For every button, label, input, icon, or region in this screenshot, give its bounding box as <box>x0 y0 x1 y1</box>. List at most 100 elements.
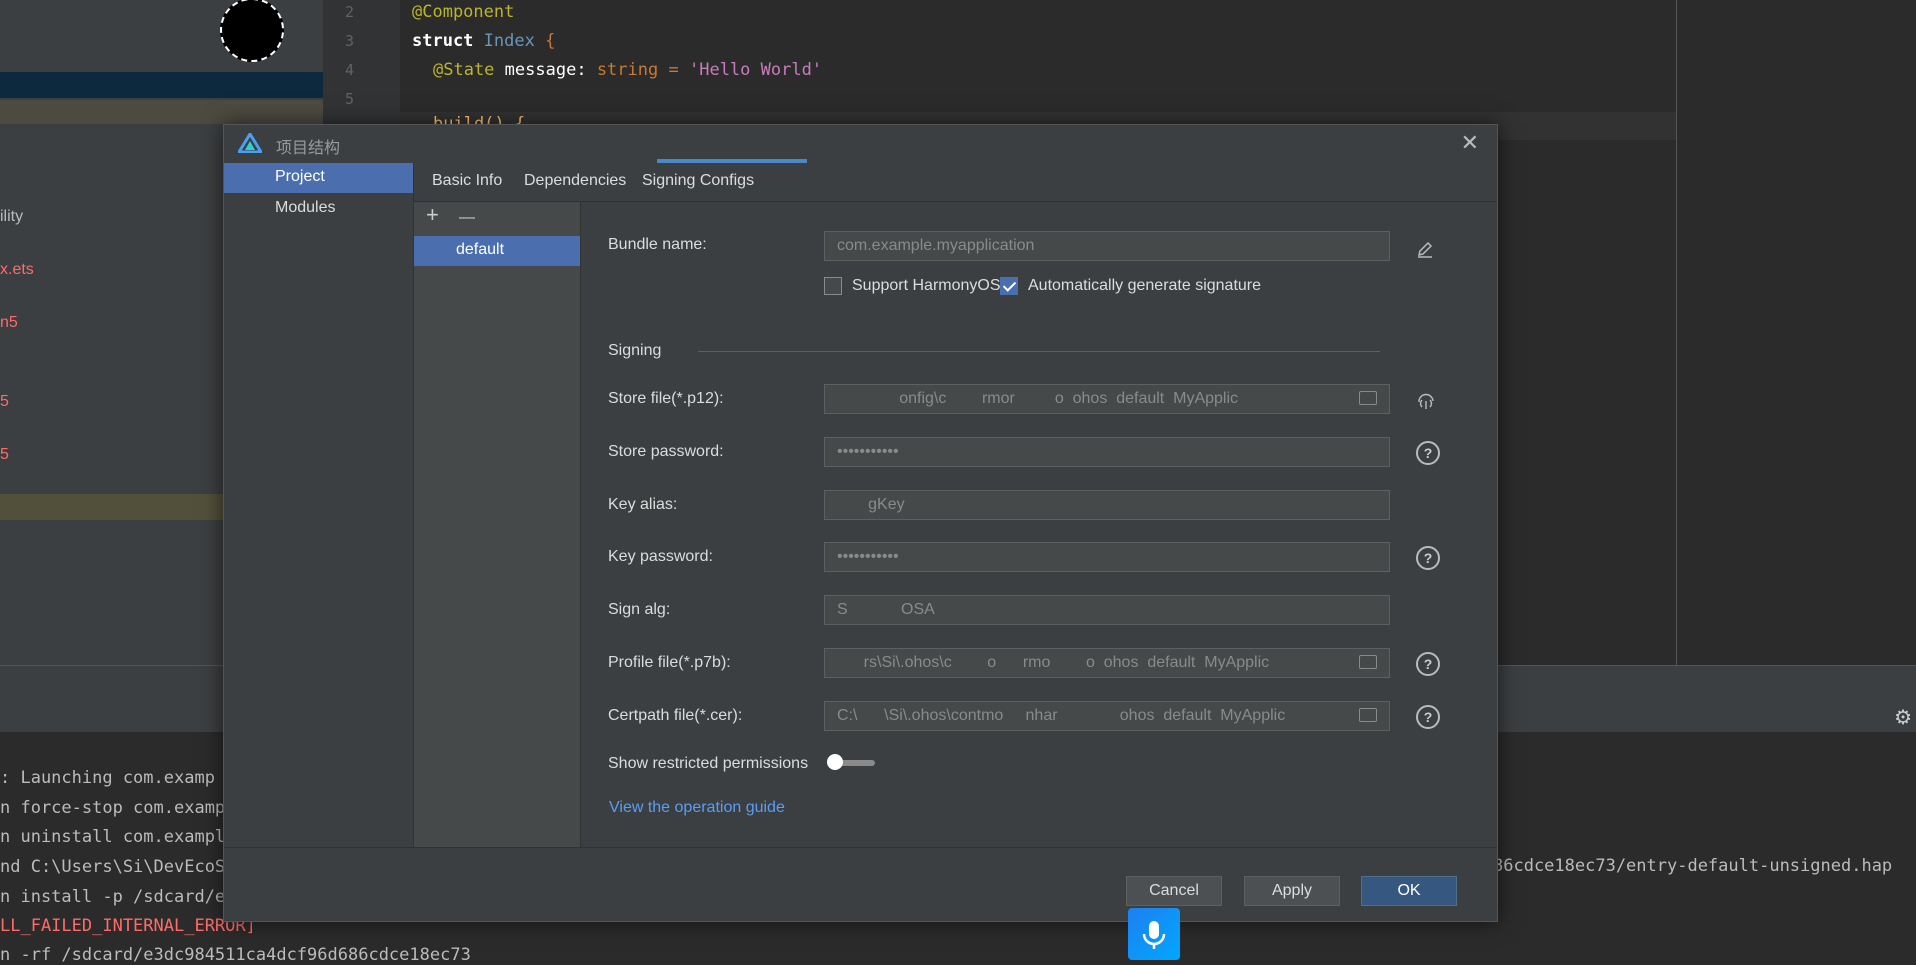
bundle-name-value: com.example.myapplication <box>837 237 1035 254</box>
code-variable: message: <box>504 60 587 80</box>
support-harmonyos-label: Support HarmonyOS <box>852 277 1001 294</box>
code-operator: = <box>668 60 679 80</box>
signing-form: Bundle name: com.example.myapplication S… <box>581 202 1497 847</box>
key-alias-value: gKey <box>837 496 905 513</box>
sign-alg-value: S OSA <box>837 601 935 618</box>
code-identifier: Index <box>483 31 535 51</box>
help-icon[interactable]: ? <box>1416 441 1440 465</box>
cursor-circle-icon <box>220 0 284 62</box>
operation-guide-link[interactable]: View the operation guide <box>609 799 785 817</box>
nav-item-label: Project <box>275 168 325 185</box>
list-item-default[interactable]: default <box>414 236 580 266</box>
store-file-label: Store file(*.p12): <box>608 390 724 407</box>
console-line: n force-stop com.examp <box>0 798 226 818</box>
apply-button[interactable]: Apply <box>1244 876 1340 906</box>
line-number: 3 <box>345 32 355 50</box>
signing-config-list: + — default <box>414 202 581 847</box>
certpath-file-label: Certpath file(*.cer): <box>608 707 743 724</box>
deveco-logo-icon <box>238 133 262 153</box>
sign-alg-field[interactable]: S OSA <box>824 595 1390 625</box>
folder-icon[interactable] <box>1359 655 1377 669</box>
key-password-label: Key password: <box>608 548 713 565</box>
code-keyword: struct <box>412 31 474 51</box>
line-number: 5 <box>345 90 355 108</box>
support-harmonyos-checkbox[interactable] <box>824 277 842 295</box>
ok-button[interactable]: OK <box>1361 876 1457 906</box>
nav-item-label: Modules <box>275 199 336 216</box>
remove-icon[interactable]: — <box>459 209 475 226</box>
tree-item[interactable]: 5 <box>0 393 9 411</box>
gear-icon[interactable]: ⚙ <box>1894 705 1912 730</box>
tab-basic-info[interactable]: Basic Info <box>432 172 502 190</box>
console-line: n -rf /sdcard/e3dc984511ca4dcf96d686cdce… <box>0 945 471 965</box>
bundle-name-field[interactable]: com.example.myapplication <box>824 231 1390 261</box>
nav-item-modules[interactable]: Modules <box>224 194 413 224</box>
tree-item[interactable]: n5 <box>0 314 18 332</box>
console-line: : Launching com.examp <box>0 768 215 788</box>
list-toolbar: + — <box>426 202 475 228</box>
bundle-name-label: Bundle name: <box>608 236 707 253</box>
code-decorator: @State <box>433 60 495 80</box>
edit-pencil-icon[interactable] <box>1416 240 1434 258</box>
code-string: 'Hello World' <box>688 60 823 80</box>
console-line: 86cdce18ec73/entry-default-unsigned.hap <box>1493 856 1893 876</box>
dialog-nav: Project Modules <box>224 163 414 847</box>
console-error-line: LL_FAILED_INTERNAL_ERROR] <box>0 916 256 936</box>
dialog-footer: Cancel Apply OK <box>224 847 1497 922</box>
restricted-permissions-toggle[interactable] <box>827 754 875 770</box>
key-password-field[interactable]: ••••••••••• <box>824 542 1390 572</box>
auto-signature-label: Automatically generate signature <box>1028 277 1262 294</box>
toggle-knob[interactable] <box>827 754 843 770</box>
sign-alg-label: Sign alg: <box>608 601 671 618</box>
editor-right-area <box>1676 0 1916 665</box>
tree-item[interactable]: 5 <box>0 446 9 464</box>
nav-item-project[interactable]: Project <box>224 163 413 193</box>
console-line: n install -p /sdcard/e <box>0 887 226 907</box>
folder-icon[interactable] <box>1359 708 1377 722</box>
key-alias-field[interactable]: gKey <box>824 490 1390 520</box>
code-line: @State message: string = 'Hello World' <box>433 60 822 80</box>
restricted-permissions-label: Show restricted permissions <box>608 755 809 772</box>
line-number: 2 <box>345 3 355 21</box>
help-icon[interactable]: ? <box>1416 546 1440 570</box>
certpath-file-value: C:\ \Si\.ohos\contmo nhar ohos default M… <box>837 707 1286 724</box>
dialog-title: 项目结构 <box>276 140 341 157</box>
auto-signature-checkbox[interactable] <box>1000 277 1018 295</box>
dialog-title-bar: 项目结构 ✕ <box>224 125 1497 163</box>
certpath-file-field[interactable]: C:\ \Si\.ohos\contmo nhar ohos default M… <box>824 701 1390 731</box>
close-icon[interactable]: ✕ <box>1461 130 1479 156</box>
signing-section-title: Signing <box>608 342 662 359</box>
store-password-label: Store password: <box>608 443 724 460</box>
key-alias-label: Key alias: <box>608 496 678 513</box>
list-item-label: default <box>456 241 505 258</box>
profile-file-field[interactable]: rs\Si\.ohos\c o rmo o ohos default MyApp… <box>824 648 1390 678</box>
tree-item[interactable]: x.ets <box>0 261 34 279</box>
tab-signing-configs[interactable]: Signing Configs <box>642 172 754 190</box>
code-brace: { <box>545 31 556 51</box>
store-password-value: ••••••••••• <box>837 443 899 460</box>
tab-selected-underline <box>657 159 807 163</box>
cancel-button[interactable]: Cancel <box>1126 876 1222 906</box>
help-icon[interactable]: ? <box>1416 705 1440 729</box>
fingerprint-icon[interactable] <box>1415 390 1437 412</box>
key-password-value: ••••••••••• <box>837 548 899 565</box>
profile-file-value: rs\Si\.ohos\c o rmo o ohos default MyApp… <box>837 654 1270 671</box>
microphone-button[interactable] <box>1128 908 1180 960</box>
microphone-icon <box>1142 921 1166 949</box>
console-line: n uninstall com.exampl <box>0 827 226 847</box>
profile-file-label: Profile file(*.p7b): <box>608 654 731 671</box>
code-type: string <box>596 60 659 80</box>
folder-icon[interactable] <box>1359 391 1377 405</box>
console-line: nd C:\Users\Si\DevEcoS <box>0 857 226 877</box>
tab-bar: Basic Info Dependencies Signing Configs <box>414 163 1497 202</box>
tree-item[interactable]: ility <box>0 208 23 226</box>
line-number: 4 <box>345 61 355 79</box>
store-file-field[interactable]: onfig\c rmor o ohos default MyApplic <box>824 384 1390 414</box>
tree-selected-row[interactable] <box>0 72 323 98</box>
help-icon[interactable]: ? <box>1416 652 1440 676</box>
tab-dependencies[interactable]: Dependencies <box>524 172 626 190</box>
add-icon[interactable]: + <box>426 202 439 227</box>
code-line: @Component <box>412 2 515 22</box>
store-password-field[interactable]: ••••••••••• <box>824 437 1390 467</box>
tree-highlight-row <box>0 100 323 124</box>
